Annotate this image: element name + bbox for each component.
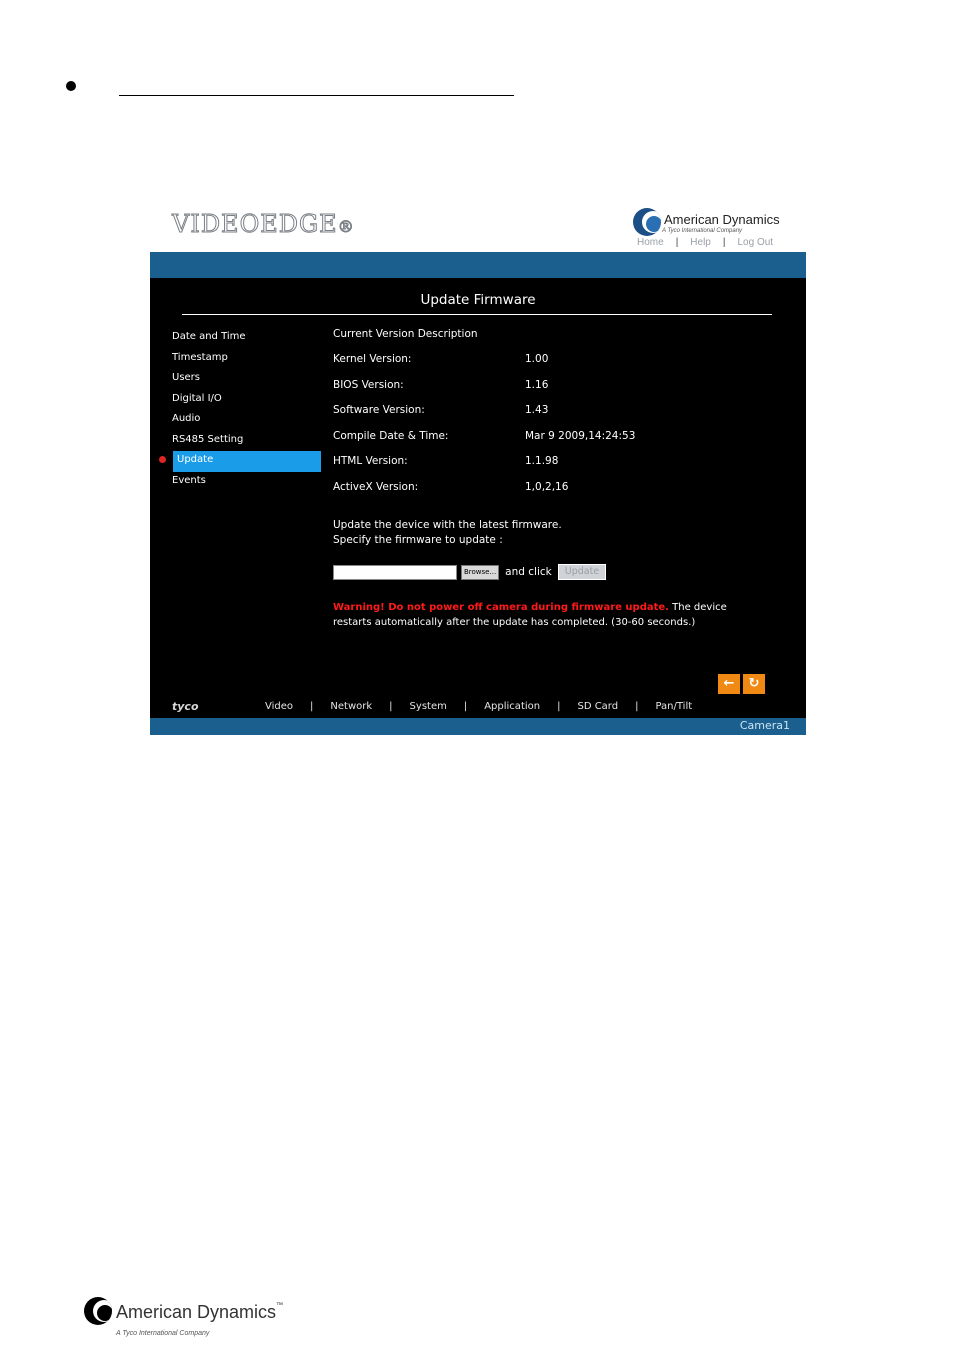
nav-application[interactable]: Application (484, 701, 540, 712)
menu-item-events[interactable]: Events (172, 472, 320, 493)
camera-name: Camera1 (739, 719, 790, 732)
back-arrow-icon[interactable]: ← (718, 674, 740, 694)
title-divider (182, 314, 772, 315)
menu-item-timestamp[interactable]: Timestamp (172, 349, 320, 370)
help-link[interactable]: Help (690, 237, 711, 248)
footer-logo-icon (84, 1297, 112, 1325)
page-title: Update Firmware (420, 292, 536, 308)
instructions: Update the device with the latest firmwa… (333, 519, 562, 546)
company-subtitle: A Tyco International Company (662, 228, 743, 234)
videoedge-logo: VIDEOEDGE® (172, 210, 355, 239)
version-row: BIOS Version: 1.16 (333, 378, 549, 391)
version-row: Compile Date & Time: Mar 9 2009,14:24:53 (333, 429, 636, 442)
browse-button[interactable]: Browse... (461, 564, 500, 580)
menu-item-label: Update (177, 454, 214, 465)
nav-system[interactable]: System (410, 701, 447, 712)
nav-pan-tilt[interactable]: Pan/Tilt (655, 701, 692, 712)
bottom-nav: Video | Network | System | Application | SD … (265, 701, 693, 712)
nav-video[interactable]: Video (265, 701, 293, 712)
underline-rule (119, 95, 514, 96)
menu-item-date-time[interactable]: Date and Time (172, 328, 320, 349)
main-panel: Update Firmware Date and Time Timestamp … (150, 278, 806, 718)
header: VIDEOEDGE® American Dynamics A Tyco Inte… (150, 202, 806, 252)
top-bar (150, 252, 806, 278)
home-link[interactable]: Home (637, 237, 664, 248)
version-row: HTML Version: 1.1.98 (333, 455, 559, 468)
version-row: ActiveX Version: 1,0,2,16 (333, 480, 569, 493)
bullet-dot (66, 81, 76, 91)
warning-text: Warning! Do not power off camera during … (333, 602, 727, 628)
footer-company-subtitle: A Tyco International Company (116, 1330, 210, 1337)
nav-sd-card[interactable]: SD Card (577, 701, 618, 712)
version-row: Software Version: 1.43 (333, 404, 549, 417)
menu-item-digital-io[interactable]: Digital I/O (172, 390, 320, 411)
update-content: Current Version Description Kernel Versi… (333, 328, 783, 628)
and-click-label: and click (505, 566, 552, 578)
settings-menu: Date and Time Timestamp Users Digital I/… (159, 328, 321, 493)
firmware-file-input[interactable] (333, 564, 457, 580)
section-heading: Current Version Description (333, 328, 478, 340)
refresh-icon[interactable]: ↻ (743, 674, 765, 694)
footer-company-name: American Dynamics™ (116, 1302, 284, 1322)
update-button[interactable]: Update (557, 564, 607, 580)
american-dynamics-logo-icon (633, 208, 661, 236)
nav-buttons: ← ↻ (718, 674, 765, 694)
separator: | (675, 237, 679, 248)
menu-item-audio[interactable]: Audio (172, 410, 320, 431)
active-indicator-icon (159, 456, 166, 463)
bottom-bar: Camera1 (150, 718, 806, 735)
version-row: Kernel Version: 1.00 (333, 353, 549, 365)
menu-item-rs485[interactable]: RS485 Setting (172, 431, 320, 452)
nav-network[interactable]: Network (330, 701, 372, 712)
top-links: Home | Help | Log Out (637, 237, 773, 248)
upload-row: Browse... and click Update (333, 564, 607, 580)
company-name: American Dynamics (664, 212, 780, 227)
camera-web-ui-screenshot: VIDEOEDGE® American Dynamics A Tyco Inte… (150, 202, 806, 735)
separator: | (722, 237, 726, 248)
menu-item-update[interactable]: Update (159, 451, 321, 472)
menu-item-users[interactable]: Users (172, 369, 320, 390)
tyco-logo: tyco (172, 700, 199, 713)
logout-link[interactable]: Log Out (737, 237, 773, 248)
